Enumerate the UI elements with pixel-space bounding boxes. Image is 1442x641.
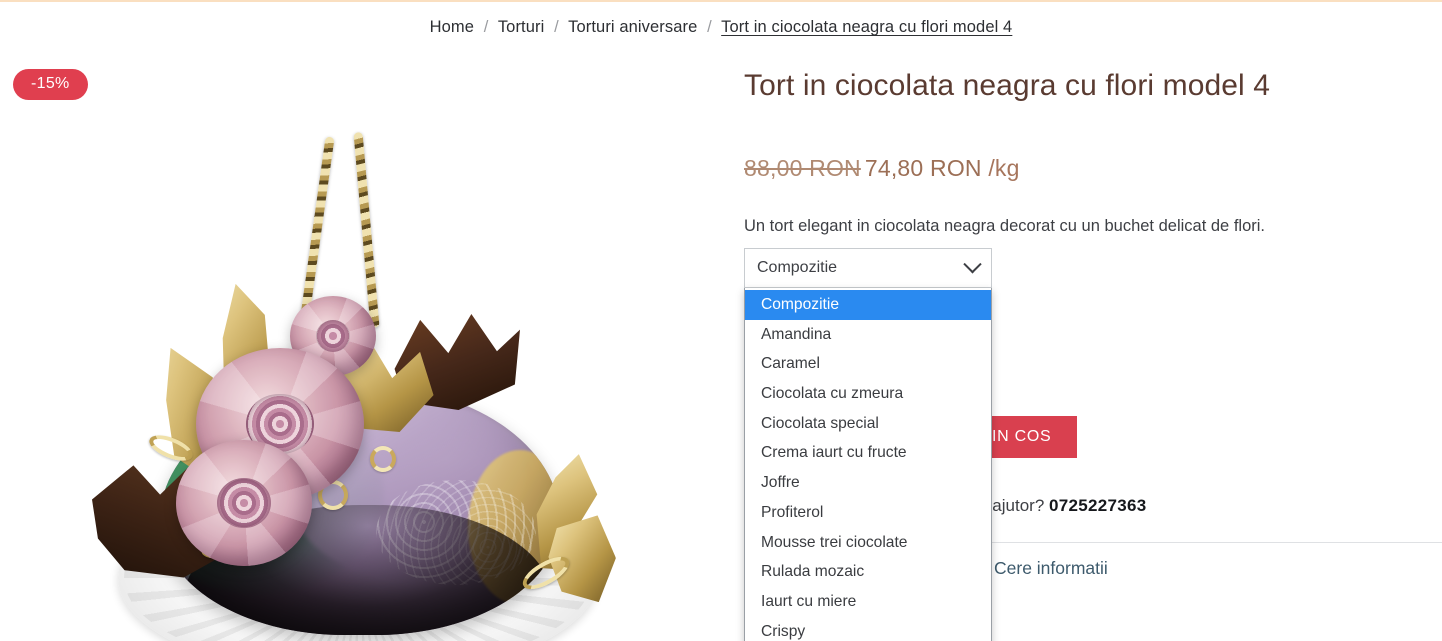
breadcrumb-item-home[interactable]: Home: [430, 18, 474, 36]
price-unit: /kg: [988, 154, 1020, 181]
breadcrumb-item-torturi-aniversare[interactable]: Torturi aniversare: [568, 18, 697, 36]
option-item[interactable]: Crema iaurt cu fructe: [745, 438, 991, 468]
option-item[interactable]: Rulada mozaic: [745, 557, 991, 587]
sugar-rose: [176, 440, 312, 566]
option-item[interactable]: Caramel: [745, 349, 991, 379]
chocolate-curl: [370, 446, 396, 472]
price-old: 88,00 RON: [744, 154, 861, 181]
composition-select-trigger[interactable]: Compozitie: [744, 248, 992, 288]
chevron-down-icon: [963, 254, 982, 273]
option-item[interactable]: Mousse trei ciocolate: [745, 528, 991, 558]
breadcrumb: Home / Torturi / Torturi aniversare / To…: [0, 18, 1442, 37]
page-title: Tort in ciocolata neagra cu flori model …: [744, 69, 1271, 102]
breadcrumb-item-torturi[interactable]: Torturi: [498, 18, 545, 36]
breadcrumb-separator: /: [554, 18, 559, 36]
composition-select-value: Compozitie: [757, 259, 838, 276]
sale-badge: -15%: [13, 69, 88, 100]
product-gallery[interactable]: -15%: [0, 50, 728, 641]
product-image[interactable]: [0, 50, 728, 641]
option-item[interactable]: Joffre: [745, 468, 991, 498]
option-item[interactable]: Compozitie: [745, 290, 991, 320]
composition-select[interactable]: Compozitie Compozitie Amandina Caramel C…: [744, 248, 992, 641]
breadcrumb-separator: /: [707, 18, 712, 36]
product-details: Tort in ciocolata neagra cu flori model …: [744, 50, 1442, 641]
breadcrumb-separator: /: [483, 18, 489, 36]
option-item[interactable]: Profiterol: [745, 498, 991, 528]
product-description: Un tort elegant in ciocolata neagra deco…: [744, 216, 1265, 235]
option-item[interactable]: Ciocolata cu zmeura: [745, 379, 991, 409]
price-block: 88,00 RON 74,80 RON /kg: [744, 155, 1434, 182]
help-phone[interactable]: 0725227363: [1049, 496, 1147, 515]
rose-core: [216, 477, 272, 529]
option-item[interactable]: Iaurt cu miere: [745, 587, 991, 617]
request-info-link[interactable]: Cere informatii: [994, 558, 1108, 579]
composition-option-list[interactable]: Compozitie Amandina Caramel Ciocolata cu…: [744, 288, 992, 641]
option-item[interactable]: Crispy: [745, 617, 991, 641]
price-new: 74,80 RON: [864, 154, 982, 181]
option-item[interactable]: Amandina: [745, 320, 991, 350]
option-item[interactable]: Ciocolata special: [745, 409, 991, 439]
rose-core: [315, 320, 351, 352]
breadcrumb-item-current[interactable]: Tort in ciocolata neagra cu flori model …: [721, 18, 1012, 36]
decor-stick: [353, 131, 380, 329]
product-page: Home / Torturi / Torturi aniversare / To…: [0, 0, 1442, 641]
